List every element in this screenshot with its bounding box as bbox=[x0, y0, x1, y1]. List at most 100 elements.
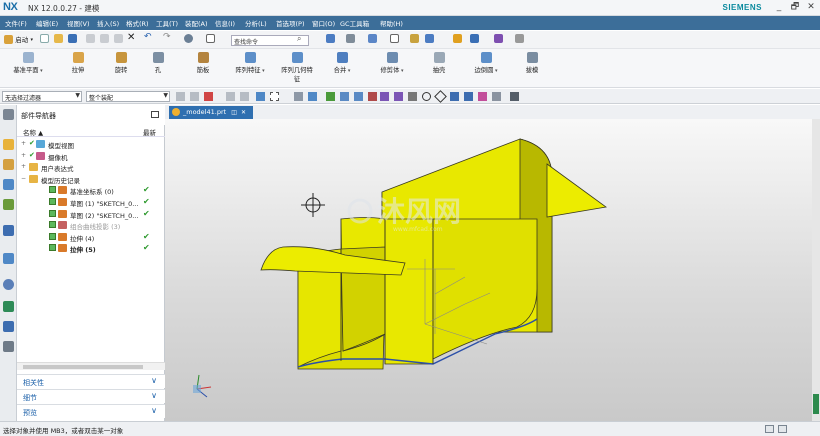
ribbon-command[interactable]: 合并 ▾ bbox=[327, 52, 357, 74]
show-hide-icon[interactable] bbox=[425, 34, 434, 46]
web-browser-icon[interactable] bbox=[3, 253, 14, 264]
graphics-window[interactable]: 沐风网 www.mfcad.com bbox=[165, 119, 815, 421]
hd3d-tools-icon[interactable] bbox=[3, 225, 14, 236]
save-icon[interactable] bbox=[68, 34, 77, 46]
ribbon-command[interactable]: 基准平面 ▾ bbox=[8, 52, 48, 74]
minimize-button[interactable]: _ bbox=[772, 1, 786, 14]
dropdown-arrow-icon[interactable]: ▾ bbox=[261, 68, 265, 74]
ribbon-command[interactable]: 孔 bbox=[148, 52, 168, 74]
redo-icon[interactable]: ↷ bbox=[163, 32, 171, 44]
ribbon-command[interactable]: 阵列特征 ▾ bbox=[230, 52, 270, 74]
scroll-knob[interactable] bbox=[813, 394, 819, 414]
more-tools-icon[interactable] bbox=[515, 34, 524, 46]
selection-mode-icon[interactable] bbox=[256, 92, 265, 101]
orient-view-icon[interactable] bbox=[346, 34, 355, 46]
measure-icon[interactable] bbox=[470, 34, 479, 46]
tangent-snap-icon[interactable] bbox=[464, 92, 473, 101]
bounded-grid-icon[interactable] bbox=[478, 92, 487, 101]
ribbon-command[interactable]: 拔模 bbox=[517, 52, 547, 74]
navigator-panel[interactable]: 相关性 ∨ bbox=[17, 374, 165, 388]
chevron-down-icon[interactable]: ∨ bbox=[151, 406, 157, 415]
roles-icon[interactable] bbox=[3, 321, 14, 332]
menu-item[interactable]: 信息(I) bbox=[215, 18, 235, 28]
open-folder-icon[interactable] bbox=[54, 34, 63, 46]
collapse-icon[interactable]: − bbox=[21, 175, 26, 182]
close-button[interactable]: ✕ bbox=[804, 1, 818, 14]
document-tab[interactable]: _model41.prt ◫ ✕ bbox=[169, 106, 253, 119]
ribbon-command[interactable]: 边倒圆 ▾ bbox=[466, 52, 506, 74]
work-layer-icon[interactable] bbox=[390, 34, 399, 46]
viewport-scrollbar[interactable] bbox=[812, 119, 820, 421]
chevron-down-icon[interactable]: ∨ bbox=[151, 391, 157, 400]
menu-item[interactable]: 格式(R) bbox=[126, 18, 149, 28]
face-snap-icon[interactable] bbox=[492, 92, 501, 101]
visibility-checkbox[interactable] bbox=[49, 209, 56, 217]
copy-icon[interactable] bbox=[100, 34, 109, 46]
center-snap-icon[interactable] bbox=[422, 92, 431, 101]
display-icon[interactable] bbox=[410, 34, 419, 46]
system-scene-icon[interactable] bbox=[3, 341, 14, 352]
ribbon-command[interactable]: 阵列几何特征 bbox=[276, 52, 318, 83]
tree-node[interactable]: 拉伸 (4) ✔ bbox=[17, 232, 165, 243]
navigator-scrollbar[interactable] bbox=[17, 362, 165, 370]
tree-node[interactable]: + ✔ 模型视图 bbox=[17, 139, 165, 150]
assembly-navigator-icon[interactable] bbox=[3, 139, 14, 150]
expand-icon[interactable]: + bbox=[21, 152, 26, 159]
point-snap-icon[interactable] bbox=[450, 92, 459, 101]
menu-item[interactable]: GC工具箱 bbox=[340, 18, 369, 28]
tree-node[interactable]: 基准坐标系 (0) ✔ bbox=[17, 185, 165, 196]
ribbon-command[interactable]: 修剪体 ▾ bbox=[372, 52, 412, 74]
window-icon[interactable] bbox=[206, 34, 215, 46]
visibility-checkbox[interactable] bbox=[49, 221, 56, 229]
intersection-snap-icon[interactable] bbox=[394, 92, 403, 101]
rectangle-select-icon[interactable] bbox=[270, 92, 279, 101]
new-file-icon[interactable] bbox=[40, 34, 49, 46]
process-studio-icon[interactable] bbox=[3, 301, 14, 312]
snap-grid-icon[interactable] bbox=[326, 92, 335, 101]
quadrant-snap-icon[interactable] bbox=[434, 90, 447, 103]
tree-node[interactable]: 草图 (1) "SKETCH_0... ✔ bbox=[17, 197, 165, 208]
endpoint-snap-icon[interactable] bbox=[340, 92, 349, 101]
midpoint-snap-icon[interactable] bbox=[354, 92, 363, 101]
part-navigator-icon[interactable] bbox=[3, 179, 14, 190]
general-selection-icon[interactable] bbox=[190, 92, 199, 101]
selection-scope-select[interactable]: 整个装配 ▼ bbox=[86, 91, 170, 102]
reuse-library-icon[interactable] bbox=[3, 199, 14, 210]
paste-icon[interactable] bbox=[114, 34, 123, 46]
tab-menu-icon[interactable]: ◫ bbox=[231, 109, 237, 116]
menu-item[interactable]: 首选项(P) bbox=[276, 18, 305, 28]
dropdown-arrow-icon[interactable]: ▾ bbox=[39, 68, 43, 74]
tree-node[interactable]: 拉伸 (5) ✔ bbox=[17, 243, 165, 254]
ribbon-command[interactable]: 拉伸 bbox=[63, 52, 93, 74]
delete-icon[interactable]: ✕ bbox=[127, 32, 135, 44]
visibility-checkbox[interactable] bbox=[49, 186, 56, 194]
ribbon-command[interactable]: 抽壳 bbox=[424, 52, 454, 74]
menu-item[interactable]: 编辑(E) bbox=[36, 18, 58, 28]
full-screen-icon[interactable] bbox=[765, 425, 774, 433]
tree-node[interactable]: + 用户表达式 bbox=[17, 162, 165, 173]
select-all-icon[interactable] bbox=[204, 92, 213, 101]
menu-item[interactable]: 装配(A) bbox=[185, 18, 208, 28]
show-hidden-icon[interactable] bbox=[294, 92, 303, 101]
snap-icon[interactable] bbox=[453, 34, 462, 46]
curve-snap-icon[interactable] bbox=[368, 92, 377, 101]
view-triad-icon[interactable] bbox=[193, 374, 212, 398]
perpendicular-snap-icon[interactable] bbox=[408, 92, 417, 101]
expand-icon[interactable]: + bbox=[21, 163, 26, 170]
close-tab-icon[interactable]: ✕ bbox=[241, 109, 246, 116]
menu-item[interactable]: 窗口(O) bbox=[312, 18, 335, 28]
tree-node[interactable]: + ✔ 摄像机 bbox=[17, 151, 165, 162]
touch-mode-icon[interactable] bbox=[184, 34, 193, 46]
ribbon-command[interactable]: 筋板 bbox=[188, 52, 218, 74]
search-icon[interactable]: ⌕ bbox=[297, 34, 301, 44]
constraint-navigator-icon[interactable] bbox=[3, 159, 14, 170]
analysis-icon[interactable] bbox=[494, 34, 503, 46]
visibility-checkbox[interactable] bbox=[49, 198, 56, 205]
navigator-panel[interactable]: 细节 ∨ bbox=[17, 389, 165, 403]
expand-icon[interactable]: + bbox=[21, 140, 26, 147]
start-menu[interactable]: 启动 ▾ bbox=[4, 34, 33, 46]
visibility-checkbox[interactable] bbox=[49, 232, 56, 240]
ribbon-command[interactable]: 旋转 bbox=[106, 52, 136, 74]
type-filter-select[interactable]: 无选择过滤器 ▼ bbox=[2, 91, 82, 102]
menu-item[interactable]: 视图(V) bbox=[67, 18, 90, 28]
